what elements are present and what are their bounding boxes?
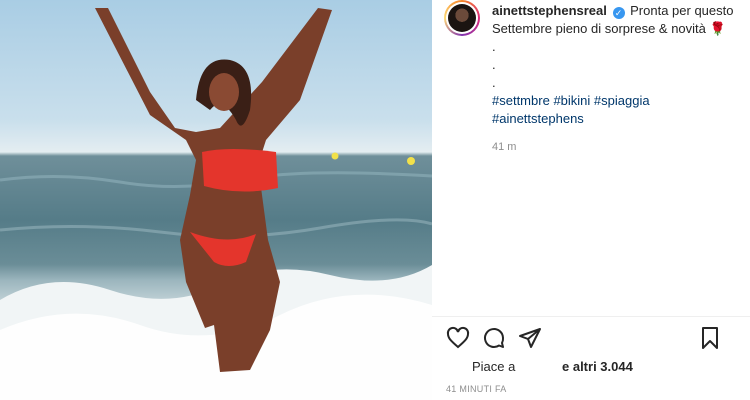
hashtag-list: #settmbre #bikini #spiaggia #ainettsteph…	[492, 92, 742, 128]
verified-badge-icon: ✓	[612, 7, 625, 19]
hashtag-link[interactable]: #spiaggia	[594, 93, 650, 108]
likes-summary: Piace a e altri 3.044	[472, 359, 633, 374]
hashtag-link[interactable]: #ainettstephens	[492, 111, 584, 126]
heart-icon[interactable]	[446, 326, 470, 350]
caption-dots: . . .	[492, 38, 742, 92]
post-photo[interactable]	[0, 0, 432, 400]
divider	[432, 316, 750, 317]
hashtag-link[interactable]: #bikini	[553, 93, 590, 108]
likes-others-link[interactable]: e altri 3.044	[562, 359, 633, 374]
caption-dot: .	[492, 57, 496, 72]
caption-dot: .	[492, 75, 496, 90]
caption-age[interactable]: 41 m	[492, 141, 516, 153]
avatar-photo	[448, 4, 476, 32]
bookmark-icon[interactable]	[698, 326, 722, 350]
caption-dot: .	[492, 39, 496, 54]
rose-emoji: 🌹	[709, 21, 726, 36]
likes-prefix: Piace a	[472, 359, 516, 374]
post-caption: ainettstephensreal ✓ Pronta per questo S…	[492, 2, 742, 128]
post-timestamp[interactable]: 41 MINUTI FA	[446, 384, 507, 394]
username-link[interactable]: ainettstephensreal	[492, 3, 607, 18]
send-icon[interactable]	[518, 326, 542, 350]
beach-photo-illustration	[0, 8, 432, 400]
profile-avatar[interactable]	[444, 0, 480, 36]
hashtag-link[interactable]: #settmbre	[492, 93, 550, 108]
comment-icon[interactable]	[482, 326, 506, 350]
